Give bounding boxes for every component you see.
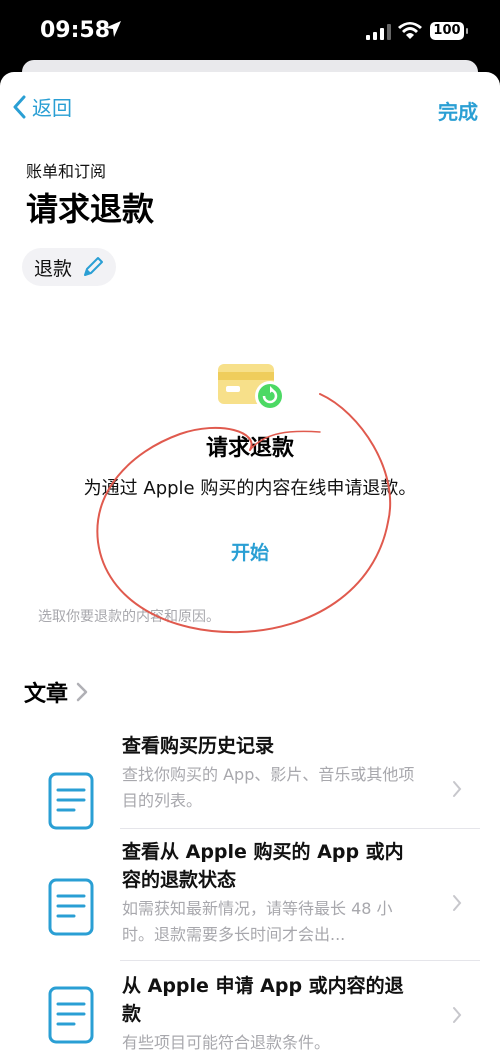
- chevron-right-icon: [453, 1007, 462, 1023]
- battery-indicator: 100: [430, 22, 468, 40]
- article-title: 查看从 Apple 购买的 App 或内容的退款状态: [122, 841, 404, 891]
- document-icon: [48, 772, 94, 830]
- chip-label: 退款: [34, 257, 73, 280]
- refund-sheet: 返回 完成 账单和订阅 请求退款 退款 请求退款 为通过 Apple 购买的内容…: [0, 72, 500, 1064]
- page-title: 请求退款: [26, 190, 155, 228]
- article-subtitle: 有些项目可能符合退款条件。: [122, 1033, 331, 1052]
- articles-title: 文章: [24, 682, 69, 707]
- articles-section-header[interactable]: 文章: [24, 676, 88, 708]
- status-time: 09:58: [40, 18, 111, 43]
- pencil-icon: [84, 257, 104, 276]
- article-item[interactable]: 从 Apple 申请 App 或内容的退款 有些项目可能符合退款条件。: [0, 972, 500, 1064]
- article-subtitle: 查找你购买的 App、影片、音乐或其他项目的列表。: [122, 765, 415, 810]
- wifi-icon: [398, 22, 422, 39]
- refund-hint: 选取你要退款的内容和原因。: [38, 609, 220, 625]
- refund-card-icon: [218, 364, 285, 411]
- back-label: 返回: [32, 96, 72, 120]
- article-title: 查看购买历史记录: [122, 735, 275, 757]
- chevron-right-icon: [453, 781, 462, 797]
- article-subtitle: 如需获知最新情况，请等待最长 48 小时。退款需要多长时间才会出...: [122, 899, 393, 944]
- location-arrow-icon: [105, 21, 121, 37]
- chevron-right-icon: [453, 895, 462, 911]
- article-item[interactable]: 查看购买历史记录 查找你购买的 App、影片、音乐或其他项目的列表。: [0, 732, 500, 848]
- cellular-signal-icon: [366, 24, 391, 40]
- chevron-right-icon: [76, 682, 88, 702]
- chevron-left-icon: [13, 95, 26, 118]
- refund-card-description: 为通过 Apple 购买的内容在线申请退款。: [83, 478, 417, 499]
- done-button[interactable]: 完成: [438, 96, 478, 125]
- breadcrumb[interactable]: 账单和订阅: [26, 158, 106, 182]
- article-title: 从 Apple 申请 App 或内容的退款: [122, 975, 404, 1025]
- back-button[interactable]: 返回: [12, 92, 72, 121]
- status-bar: 09:58 100: [0, 0, 500, 66]
- refund-card-title: 请求退款: [205, 436, 294, 461]
- article-divider: [120, 960, 480, 961]
- article-item[interactable]: 查看从 Apple 购买的 App 或内容的退款状态 如需获知最新情况，请等待最…: [0, 838, 500, 954]
- article-divider: [120, 828, 480, 829]
- start-button[interactable]: 开始: [0, 538, 500, 565]
- document-icon: [48, 878, 94, 936]
- document-icon: [48, 986, 94, 1044]
- refund-topic-chip[interactable]: 退款: [22, 248, 117, 286]
